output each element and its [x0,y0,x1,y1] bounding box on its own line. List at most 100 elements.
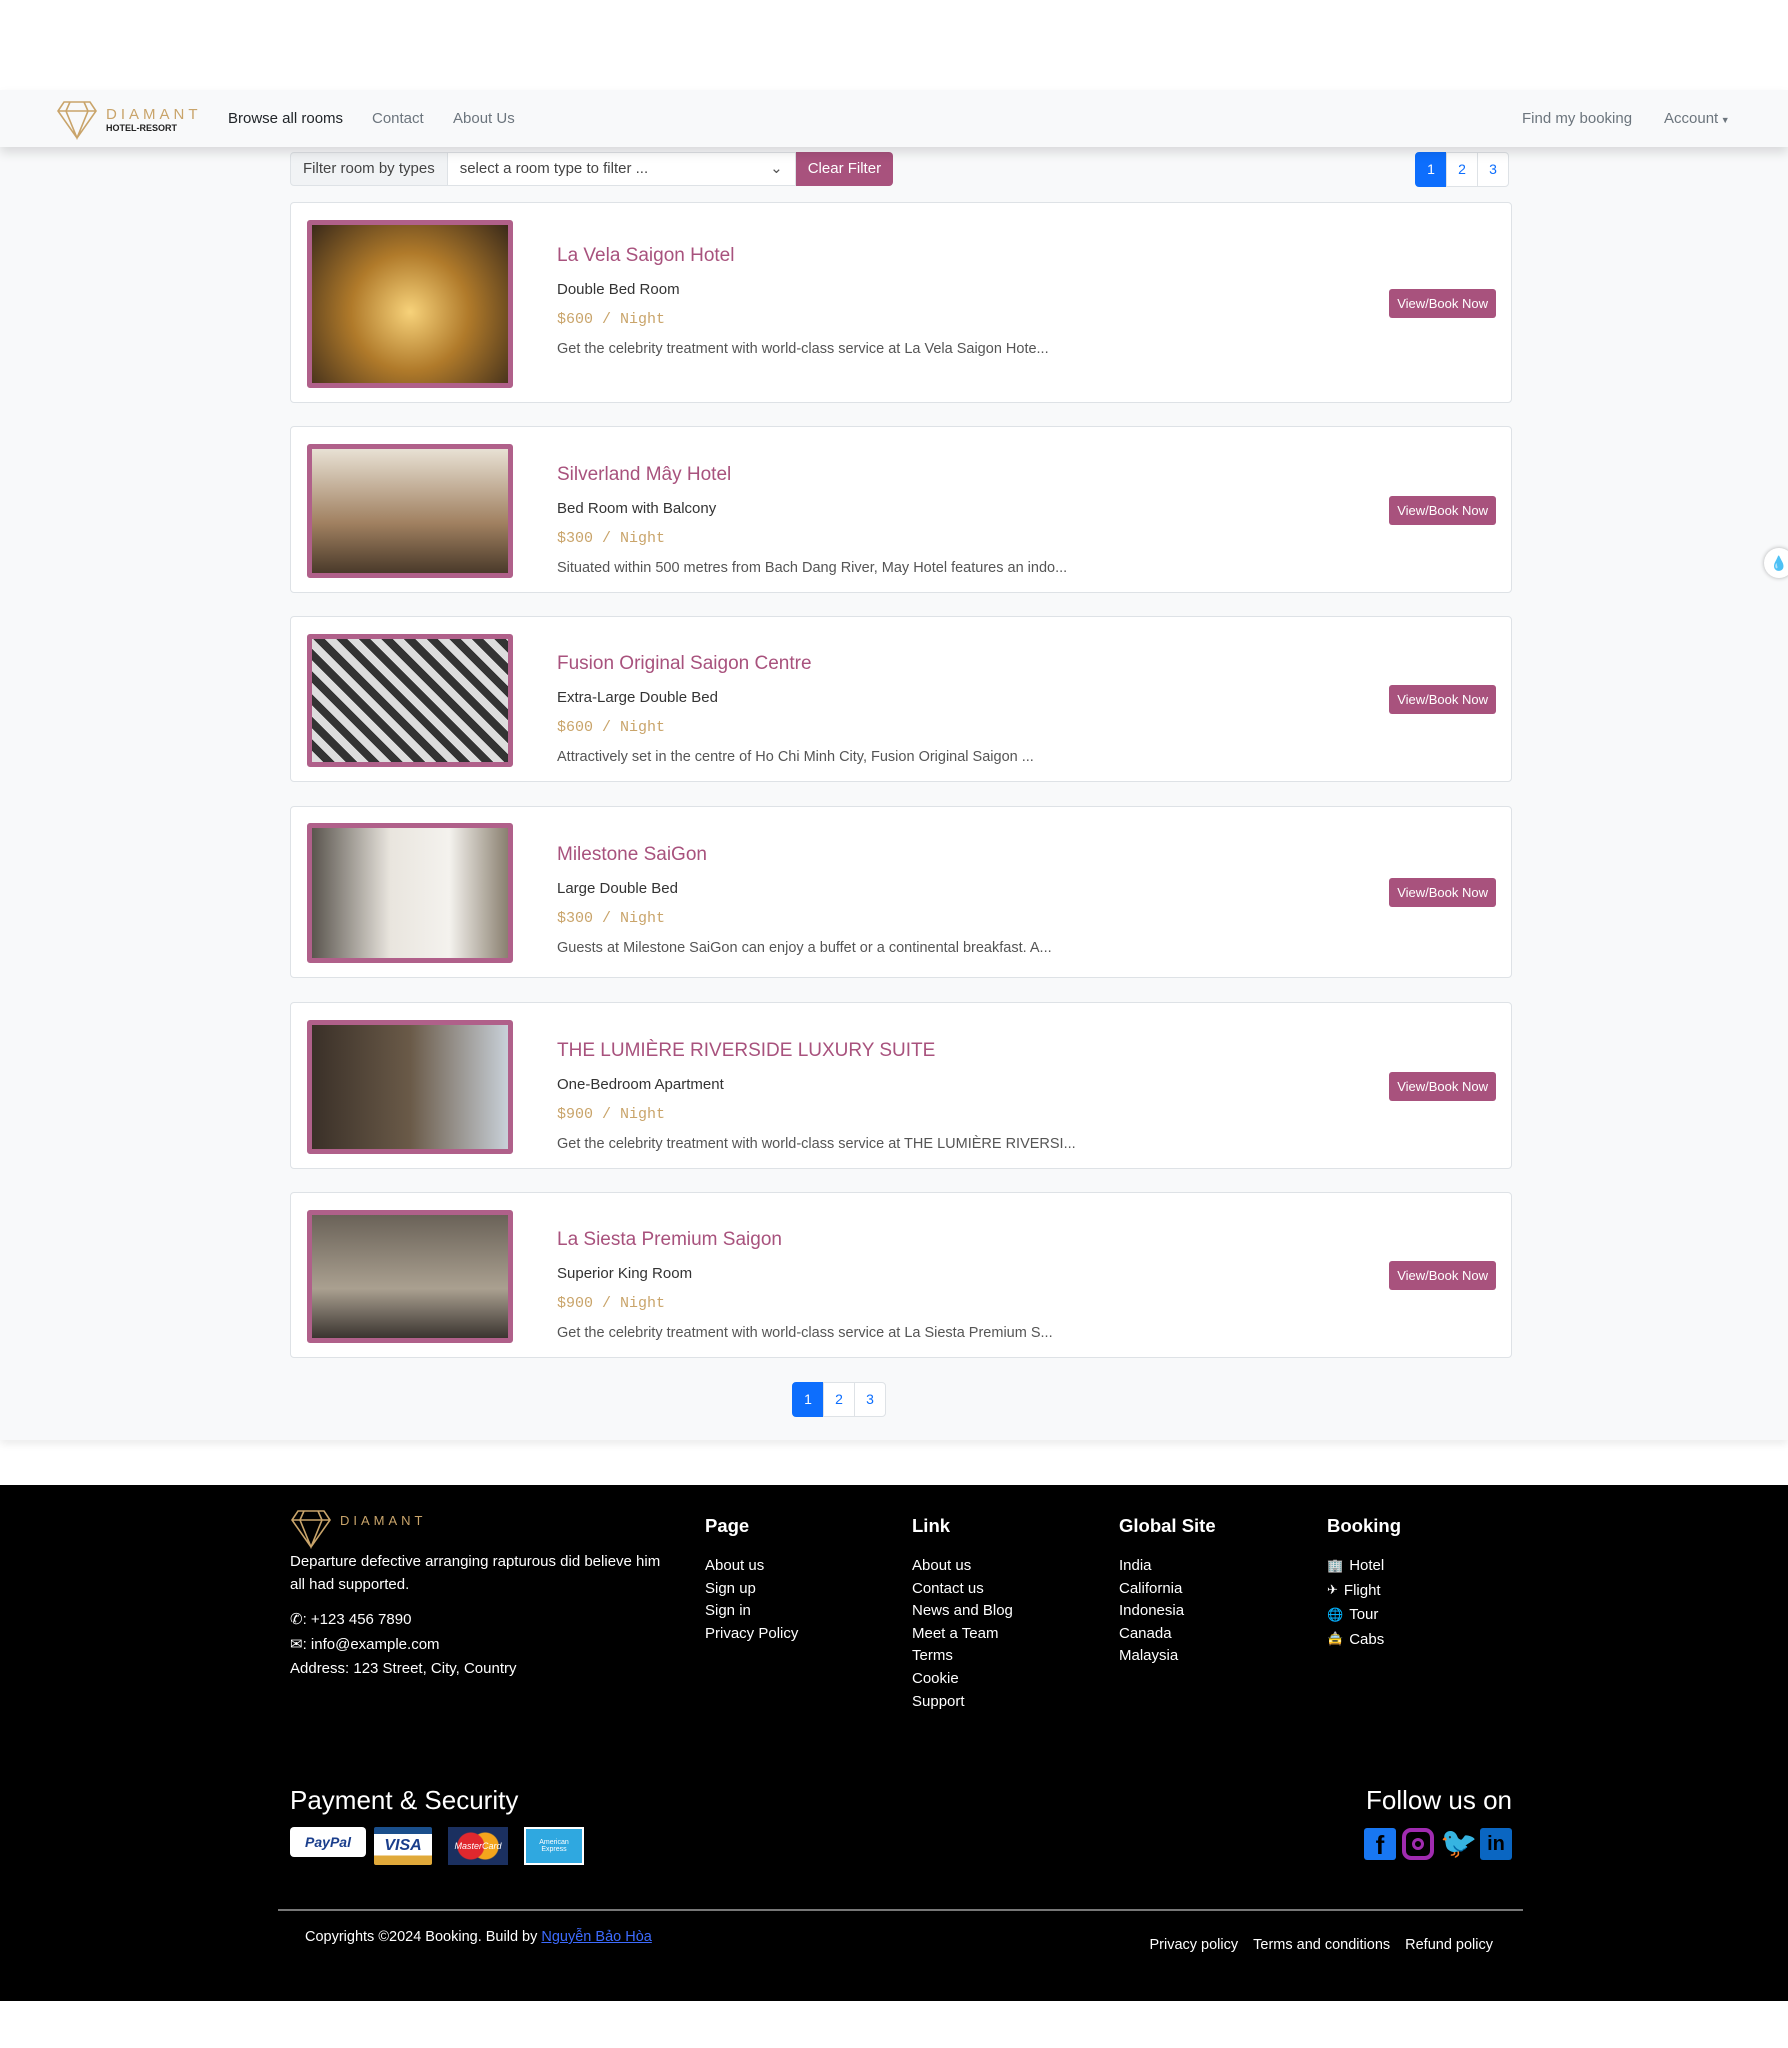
footer-brand: DIAMANT [340,1513,427,1528]
room-image[interactable] [307,1019,513,1154]
page-3[interactable]: 3 [1477,152,1509,187]
footer-col-title: Link [912,1515,951,1536]
diamond-logo-icon [291,1510,331,1549]
room-card: Fusion Original Saigon Centre Extra-Larg… [290,616,1512,782]
room-card: Silverland Mây Hotel Bed Room with Balco… [290,426,1512,593]
select-placeholder: select a room type to filter ... [459,160,649,177]
booking-label: Hotel [1349,1557,1385,1574]
room-name[interactable]: Fusion Original Saigon Centre [557,653,812,675]
phone-icon: ✆ [290,1611,303,1628]
main-content: Filter room by types select a room type … [0,147,1788,1440]
phone-text: : +123 456 7890 [302,1611,412,1628]
footer-link[interactable]: Support [912,1693,965,1710]
payment-title: Payment & Security [290,1785,519,1815]
privacy-policy-link[interactable]: Privacy policy [1149,1937,1238,1953]
booking-label: Tour [1349,1606,1379,1623]
room-image[interactable] [307,823,513,963]
page-2[interactable]: 2 [823,1382,855,1417]
clear-filter-button[interactable]: Clear Filter [795,152,894,186]
view-book-button[interactable]: View/Book Now [1389,878,1496,907]
globe-icon: 🌐 [1327,1606,1344,1622]
facebook-icon[interactable]: f [1364,1828,1396,1860]
view-book-button[interactable]: View/Book Now [1389,1071,1496,1101]
pagination-bottom: 1 2 3 [792,1382,886,1417]
footer-link[interactable]: Privacy Policy [705,1625,798,1642]
room-price: $600 / Night [557,310,666,328]
footer-col-title: Page [705,1515,750,1536]
terms-link[interactable]: Terms and conditions [1253,1937,1390,1953]
booking-label: Cabs [1349,1630,1385,1648]
instagram-icon[interactable] [1402,1828,1434,1860]
room-description: Attractively set in the centre of Ho Chi… [557,749,1034,766]
view-book-button[interactable]: View/Book Now [1389,685,1496,714]
footer-about: Departure defective arranging rapturous … [290,1553,661,1593]
footer-link[interactable]: Canada [1119,1625,1172,1642]
policy-links: Privacy policy Terms and conditions Refu… [1149,1937,1493,1953]
footer-link[interactable]: About us [912,1557,971,1574]
room-card: La Vela Saigon Hotel Double Bed Room $60… [290,202,1512,403]
refund-policy-link[interactable]: Refund policy [1405,1937,1493,1953]
account-label: Account [1664,110,1719,127]
footer-link[interactable]: Meet a Team [912,1625,998,1642]
room-name[interactable]: Milestone SaiGon [557,844,707,866]
copyright-text: Copyrights ©2024 Booking. Build by [305,1929,542,1945]
payment-methods: PayPal VISA MasterCard American Express [290,1827,584,1865]
page-3[interactable]: 3 [854,1382,886,1417]
footer-col-title: Booking [1327,1515,1401,1536]
footer-phone: ✆: +123 456 7890 [290,1610,411,1628]
footer-link[interactable]: Indonesia [1119,1602,1184,1619]
footer-link[interactable]: Contact us [912,1580,984,1597]
envelope-icon: ✉ [290,1636,303,1653]
footer-link[interactable]: Sign up [705,1580,756,1597]
author-link[interactable]: Nguyễn Bảo Hòa [541,1929,651,1945]
floating-widget-icon[interactable]: 💧 [1764,548,1788,578]
paypal-icon: PayPal [290,1827,366,1857]
footer-link[interactable]: ✈ Flight [1327,1582,1381,1599]
page-2[interactable]: 2 [1446,152,1478,187]
navbar: DIAMANT HOTEL-RESORT Browse all rooms Co… [0,90,1788,147]
footer-link[interactable]: News and Blog [912,1602,1013,1619]
room-type: Bed Room with Balcony [557,499,717,517]
brand-name: DIAMANT [106,106,202,123]
footer-link[interactable]: 🏢 Hotel [1327,1557,1384,1574]
footer-link[interactable]: 🌐 Tour [1327,1606,1378,1623]
footer-link[interactable]: Terms [912,1647,953,1664]
room-image[interactable] [307,443,513,578]
account-dropdown[interactable]: Account ▼ [1664,110,1730,127]
nav-contact[interactable]: Contact [372,110,424,127]
room-name[interactable]: THE LUMIÈRE RIVERSIDE LUXURY SUITE [557,1040,935,1062]
footer-link[interactable]: Sign in [705,1602,751,1619]
view-book-button[interactable]: View/Book Now [1389,495,1496,525]
nav-about[interactable]: About Us [453,110,515,127]
footer-link[interactable]: Malaysia [1119,1647,1178,1664]
room-image[interactable] [307,1209,513,1343]
room-description: Get the celebrity treatment with world-c… [557,340,1049,357]
footer-link[interactable]: Cookie [912,1670,959,1687]
footer-link[interactable]: California [1119,1580,1182,1597]
page-1[interactable]: 1 [1415,152,1447,187]
footer-divider [278,1909,1523,1911]
nav-find-booking[interactable]: Find my booking [1522,110,1632,127]
room-name[interactable]: La Vela Saigon Hotel [557,245,734,267]
room-description: Guests at Milestone SaiGon can enjoy a b… [557,940,1052,956]
view-book-button[interactable]: View/Book Now [1389,288,1496,318]
footer-link[interactable]: 🚖 Cabs [1327,1631,1384,1648]
footer-link[interactable]: India [1119,1557,1152,1574]
room-name[interactable]: Silverland Mây Hotel [557,464,731,486]
room-price: $600 / Night [557,719,666,737]
footer-link[interactable]: About us [705,1557,764,1574]
room-type-select[interactable]: select a room type to filter ... ⌄ [447,152,796,186]
room-image[interactable] [307,633,513,767]
room-name[interactable]: La Siesta Premium Saigon [557,1229,782,1251]
room-image[interactable] [307,219,513,388]
view-book-button[interactable]: View/Book Now [1389,1261,1496,1290]
nav-browse-rooms[interactable]: Browse all rooms [228,110,343,127]
room-price: $900 / Night [557,1105,666,1123]
room-type: Superior King Room [557,1265,693,1283]
plane-icon: ✈ [1327,1582,1338,1597]
linkedin-icon[interactable]: in [1480,1828,1512,1860]
pagination-top: 1 2 3 [1415,152,1509,187]
diamond-logo-icon[interactable] [56,98,98,140]
page-1[interactable]: 1 [792,1382,824,1417]
twitter-icon[interactable]: 🐦 [1440,1828,1477,1860]
